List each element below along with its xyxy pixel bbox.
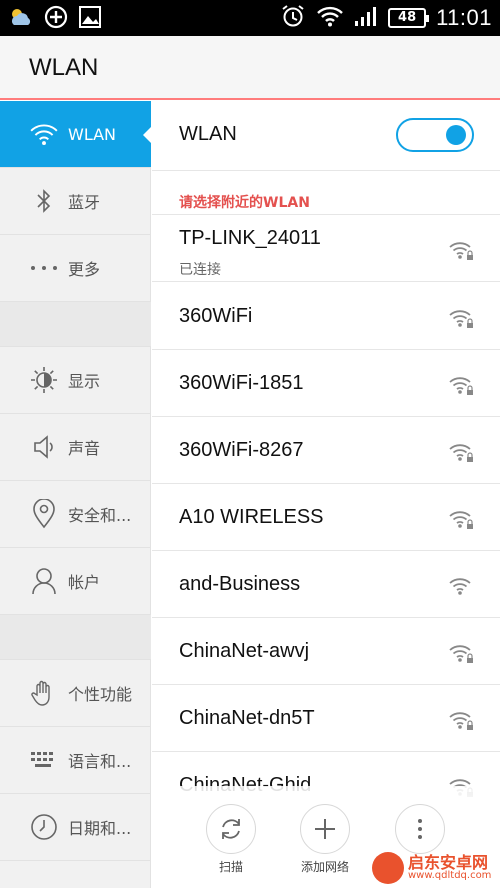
wifi-lock-icon xyxy=(449,712,473,730)
account-icon xyxy=(28,565,60,597)
scan-label: 扫描 xyxy=(218,860,243,874)
network-name: ChinaNet-awvj xyxy=(179,640,310,662)
battery-icon: 48 xyxy=(388,8,430,28)
network-name: and-Business xyxy=(179,573,301,595)
watermark-title: 启东安卓网 xyxy=(408,853,489,872)
signal-icon xyxy=(354,5,378,31)
add-circle-icon xyxy=(44,5,68,33)
more-dots-icon xyxy=(28,252,60,284)
network-name: TP-LINK_24011 xyxy=(179,227,321,249)
sidebar-item-label: 更多 xyxy=(68,260,101,279)
network-row[interactable]: A10 WIRELESS xyxy=(152,484,500,551)
network-name: 360WiFi-1851 xyxy=(179,372,304,394)
status-time: 11:01 xyxy=(436,5,492,30)
network-row[interactable]: ChinaNet-dn5T xyxy=(152,685,500,752)
clock-icon xyxy=(28,811,60,843)
network-name: 360WiFi xyxy=(179,305,253,327)
wifi-lock-icon xyxy=(449,377,473,395)
wifi-icon xyxy=(28,118,60,150)
alarm-icon xyxy=(280,3,306,33)
sidebar-item-bluetooth[interactable]: 蓝牙 xyxy=(0,168,151,235)
wifi-lock-icon xyxy=(449,444,473,462)
sidebar-item-label: 日期和... xyxy=(68,819,132,838)
hand-icon xyxy=(28,677,60,709)
watermark: 启东安卓网 www.qdltdq.com xyxy=(372,852,491,884)
sidebar-item-account[interactable]: 帐户 xyxy=(0,548,151,615)
sidebar-item-label: 蓝牙 xyxy=(68,193,101,212)
sidebar-item-label: 声音 xyxy=(68,439,101,458)
sidebar-item-label: WLAN xyxy=(68,124,117,144)
wifi-lock-icon xyxy=(449,511,473,529)
wifi-lock-icon xyxy=(449,645,473,663)
watermark-logo-icon xyxy=(372,852,404,884)
sidebar-spacer xyxy=(0,615,151,660)
network-row[interactable]: 360WiFi-1851 xyxy=(152,350,500,417)
network-row[interactable]: TP-LINK_24011 已连接 xyxy=(152,215,500,282)
page-title: WLAN xyxy=(29,54,99,81)
scan-button[interactable]: 扫描 xyxy=(201,804,261,875)
app-bar: WLAN xyxy=(0,36,500,100)
sidebar-item-label: 个性功能 xyxy=(68,685,133,704)
wlan-switch[interactable] xyxy=(396,118,474,152)
add-network-button[interactable]: 添加网络 xyxy=(295,804,355,875)
section-label: 请选择附近的WLAN xyxy=(179,195,310,211)
sidebar-item-display[interactable]: 显示 xyxy=(0,347,151,414)
more-vertical-icon xyxy=(395,804,445,854)
wifi-icon xyxy=(449,578,471,595)
image-icon xyxy=(78,5,102,33)
wifi-icon xyxy=(316,5,344,31)
network-name: 360WiFi-8267 xyxy=(179,439,304,461)
wlan-panel: WLAN 请选择附近的WLAN TP-LINK_24011 已连接 360WiF… xyxy=(152,101,500,888)
refresh-icon xyxy=(206,804,256,854)
speaker-icon xyxy=(28,431,60,463)
sidebar-item-personalization[interactable]: 个性功能 xyxy=(0,660,151,727)
plus-icon xyxy=(300,804,350,854)
bluetooth-icon xyxy=(28,185,60,217)
wlan-title: WLAN xyxy=(179,123,237,145)
status-bar: 48 11:01 xyxy=(0,0,500,36)
sidebar-item-label: 帐户 xyxy=(68,573,101,592)
watermark-url: www.qdltdq.com xyxy=(408,870,492,881)
sidebar-spacer xyxy=(0,302,151,347)
network-row[interactable]: and-Business xyxy=(152,551,500,618)
add-network-label: 添加网络 xyxy=(300,860,349,874)
sidebar-item-language[interactable]: 语言和... xyxy=(0,727,151,794)
switch-knob xyxy=(446,125,466,145)
location-pin-icon xyxy=(28,498,60,530)
sidebar-item-more[interactable]: 更多 xyxy=(0,235,151,302)
wifi-lock-icon xyxy=(449,242,473,260)
sidebar-item-label: 安全和... xyxy=(68,506,132,525)
settings-sidebar: WLAN 蓝牙 更多 显示 声音 安全和... 帐户 个性功能 语言和... 日… xyxy=(0,101,152,888)
wlan-toggle-row: WLAN xyxy=(152,101,500,171)
network-row[interactable]: 360WiFi xyxy=(152,283,500,350)
network-status: 已连接 xyxy=(179,262,221,278)
sidebar-item-next[interactable] xyxy=(0,861,151,888)
sidebar-item-security[interactable]: 安全和... xyxy=(0,481,151,548)
sidebar-item-label: 显示 xyxy=(68,372,101,391)
sidebar-item-datetime[interactable]: 日期和... xyxy=(0,794,151,861)
sidebar-item-label: 语言和... xyxy=(68,752,132,771)
network-name: ChinaNet-dn5T xyxy=(179,707,315,729)
sidebar-item-sound[interactable]: 声音 xyxy=(0,414,151,481)
overflow-menu-button[interactable] xyxy=(390,804,450,854)
wifi-lock-icon xyxy=(449,310,473,328)
network-name: A10 WIRELESS xyxy=(179,506,324,528)
keyboard-icon xyxy=(28,744,60,776)
sidebar-item-wlan[interactable]: WLAN xyxy=(0,101,152,168)
brightness-icon xyxy=(28,364,60,396)
network-row[interactable]: 360WiFi-8267 xyxy=(152,417,500,484)
weather-icon xyxy=(8,5,34,33)
network-row[interactable]: ChinaNet-awvj xyxy=(152,618,500,685)
